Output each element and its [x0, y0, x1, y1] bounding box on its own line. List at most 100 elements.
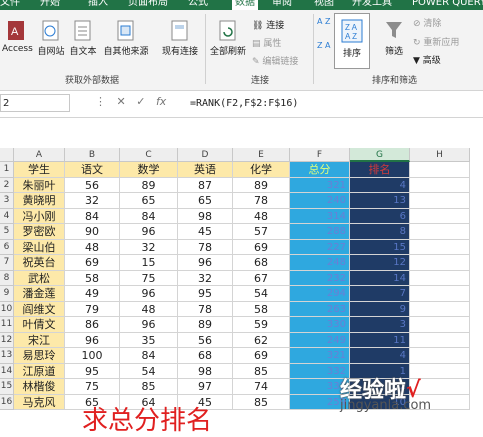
sort-descending-button[interactable]: Z A [317, 40, 331, 51]
table-cell[interactable]: 84 [120, 208, 178, 224]
table-cell[interactable]: 89 [120, 177, 178, 193]
table-cell[interactable]: 朱丽叶 [14, 177, 65, 193]
table-cell[interactable]: 248 [290, 255, 350, 271]
table-cell[interactable]: 87 [178, 177, 233, 193]
select-all-corner[interactable] [0, 148, 14, 162]
table-cell[interactable]: 90 [65, 224, 120, 240]
table-cell[interactable]: 13 [350, 193, 410, 209]
table-cell[interactable]: 79 [65, 301, 120, 317]
table-cell[interactable]: 294 [290, 286, 350, 302]
row-header[interactable]: 8 [0, 270, 14, 286]
more-icon[interactable]: ⋮ [95, 95, 106, 108]
table-cell[interactable]: 85 [233, 394, 290, 410]
row-header[interactable]: 4 [0, 208, 14, 224]
table-cell[interactable]: 84 [65, 208, 120, 224]
table-cell[interactable]: 56 [178, 332, 233, 348]
advanced-filter-button[interactable]: ▼ 高级 [413, 53, 441, 66]
table-cell[interactable]: 32 [65, 193, 120, 209]
table-cell[interactable]: 6 [350, 208, 410, 224]
table-cell[interactable]: 4 [350, 348, 410, 364]
table-cell[interactable]: 97 [178, 379, 233, 395]
tab-7[interactable]: 视图 [314, 0, 334, 9]
tab-0[interactable]: 文件 [0, 0, 20, 9]
table-cell[interactable]: 叶倩文 [14, 317, 65, 333]
table-cell[interactable]: 74 [233, 379, 290, 395]
filter-button[interactable]: 筛选 [379, 18, 409, 57]
table-cell[interactable]: 45 [178, 224, 233, 240]
table-cell[interactable]: 15 [350, 239, 410, 255]
row-header[interactable]: 14 [0, 363, 14, 379]
header-cell[interactable]: 语文 [65, 162, 120, 178]
table-cell[interactable]: 黄晓明 [14, 193, 65, 209]
from-web-button[interactable]: 自网站 [36, 18, 66, 57]
tab-9[interactable]: POWER QUERY [412, 0, 483, 9]
table-cell[interactable]: 3 [350, 317, 410, 333]
table-cell[interactable]: 8 [350, 224, 410, 240]
column-header-B[interactable]: B [65, 148, 120, 162]
header-cell[interactable]: 排名 [350, 162, 410, 178]
table-cell[interactable] [410, 239, 470, 255]
from-text-button[interactable]: 自文本 [68, 18, 98, 57]
table-cell[interactable]: 49 [65, 286, 120, 302]
table-cell[interactable]: 4 [350, 177, 410, 193]
table-cell[interactable]: 314 [290, 208, 350, 224]
table-cell[interactable] [410, 224, 470, 240]
sort-button[interactable]: Z AA Z 排序 [334, 13, 370, 69]
tab-6[interactable]: 审阅 [272, 0, 292, 9]
cancel-icon[interactable]: ✕ [117, 95, 126, 108]
row-header[interactable]: 2 [0, 177, 14, 193]
table-cell[interactable]: 58 [65, 270, 120, 286]
table-cell[interactable]: 95 [65, 363, 120, 379]
table-cell[interactable]: 78 [178, 301, 233, 317]
table-cell[interactable]: 69 [233, 348, 290, 364]
header-cell[interactable] [410, 162, 470, 178]
table-cell[interactable]: 85 [120, 379, 178, 395]
row-header[interactable]: 1 [0, 162, 14, 178]
table-cell[interactable]: 15 [120, 255, 178, 271]
table-cell[interactable]: 89 [178, 317, 233, 333]
table-cell[interactable]: 梁山伯 [14, 239, 65, 255]
table-cell[interactable]: 240 [290, 193, 350, 209]
table-cell[interactable]: 84 [120, 348, 178, 364]
table-cell[interactable]: 65 [120, 193, 178, 209]
table-cell[interactable]: 96 [120, 317, 178, 333]
table-cell[interactable]: 68 [233, 255, 290, 271]
edit-links-button[interactable]: ✎ 编辑链接 [252, 54, 298, 67]
existing-connections-button[interactable]: 现有连接 [160, 18, 200, 57]
table-cell[interactable]: 59 [233, 317, 290, 333]
column-header-E[interactable]: E [233, 148, 290, 162]
table-cell[interactable]: 96 [178, 255, 233, 271]
header-cell[interactable]: 英语 [178, 162, 233, 178]
table-cell[interactable]: 48 [65, 239, 120, 255]
table-cell[interactable] [410, 193, 470, 209]
table-cell[interactable]: 232 [290, 270, 350, 286]
column-header-F[interactable]: F [290, 148, 350, 162]
table-cell[interactable]: 宋江 [14, 332, 65, 348]
tab-4[interactable]: 公式 [188, 0, 208, 9]
table-cell[interactable]: 14 [350, 270, 410, 286]
table-cell[interactable]: 62 [233, 332, 290, 348]
table-cell[interactable]: 罗密欧 [14, 224, 65, 240]
header-cell[interactable]: 总分 [290, 162, 350, 178]
table-cell[interactable] [410, 255, 470, 271]
table-cell[interactable]: 67 [233, 270, 290, 286]
column-header-G[interactable]: G [350, 148, 410, 162]
enter-icon[interactable]: ✓ [136, 95, 145, 108]
table-cell[interactable]: 9 [350, 301, 410, 317]
column-header-D[interactable]: D [178, 148, 233, 162]
connections-button[interactable]: ⛓ 连接 [252, 18, 284, 31]
from-access-button[interactable]: A Access [2, 18, 33, 54]
table-cell[interactable]: 易思玲 [14, 348, 65, 364]
table-cell[interactable] [410, 348, 470, 364]
table-cell[interactable]: 冯小刚 [14, 208, 65, 224]
table-cell[interactable]: 58 [233, 301, 290, 317]
row-header[interactable]: 5 [0, 224, 14, 240]
table-cell[interactable] [410, 270, 470, 286]
column-header-C[interactable]: C [120, 148, 178, 162]
table-cell[interactable]: 祝英台 [14, 255, 65, 271]
row-header[interactable]: 9 [0, 286, 14, 302]
tab-2[interactable]: 插入 [88, 0, 108, 9]
table-cell[interactable]: 57 [233, 224, 290, 240]
header-cell[interactable]: 化学 [233, 162, 290, 178]
table-cell[interactable] [410, 177, 470, 193]
